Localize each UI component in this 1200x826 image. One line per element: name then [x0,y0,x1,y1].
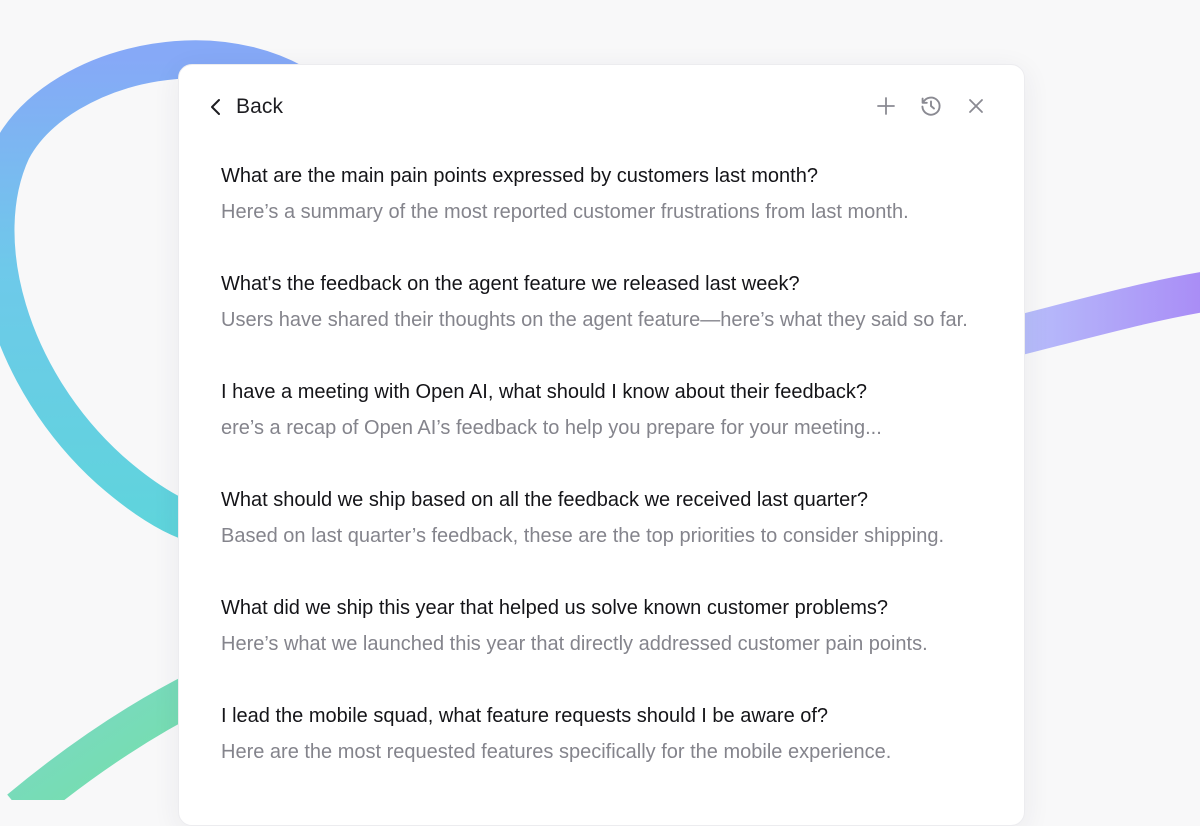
conversation-item[interactable]: I lead the mobile squad, what feature re… [221,701,981,809]
close-icon [967,97,985,115]
conversation-question: What's the feedback on the agent feature… [221,273,800,295]
conversation-question: I have a meeting with Open AI, what shou… [221,381,867,403]
conversation-preview: Here’s what we launched this year that d… [221,633,928,655]
conversation-question: What are the main pain points expressed … [221,165,818,187]
plus-icon [876,96,896,116]
conversation-preview: Based on last quarter’s feedback, these … [221,525,945,547]
conversation-preview: Users have shared their thoughts on the … [221,309,968,331]
new-chat-button[interactable] [873,93,899,119]
conversation-preview: Here are the most requested features spe… [221,741,892,763]
conversation-preview: Here’s a summary of the most reported cu… [221,201,909,223]
back-button[interactable]: Back [209,87,283,127]
conversation-question: I lead the mobile squad, what feature re… [221,705,829,727]
conversation-preview: ere’s a recap of Open AI’s feedback to h… [221,417,882,439]
history-icon [919,94,943,118]
panel-header: Back [179,65,1024,149]
history-button[interactable] [918,93,944,119]
chat-history-panel: Back What are the main pain points expre… [178,64,1025,826]
conversation-item[interactable]: What should we ship based on all the fee… [221,485,981,593]
conversation-item[interactable]: What are the main pain points expressed … [221,161,981,269]
conversation-item[interactable]: What's the feedback on the agent feature… [221,269,981,377]
conversation-item[interactable]: What did we ship this year that helped u… [221,593,981,701]
close-button[interactable] [963,93,989,119]
conversation-list: What are the main pain points expressed … [221,161,981,809]
conversation-question: What should we ship based on all the fee… [221,489,869,511]
conversation-item[interactable]: I have a meeting with Open AI, what shou… [221,377,981,485]
back-label: Back [236,95,284,118]
chevron-left-icon [209,98,223,116]
conversation-question: What did we ship this year that helped u… [221,597,889,619]
